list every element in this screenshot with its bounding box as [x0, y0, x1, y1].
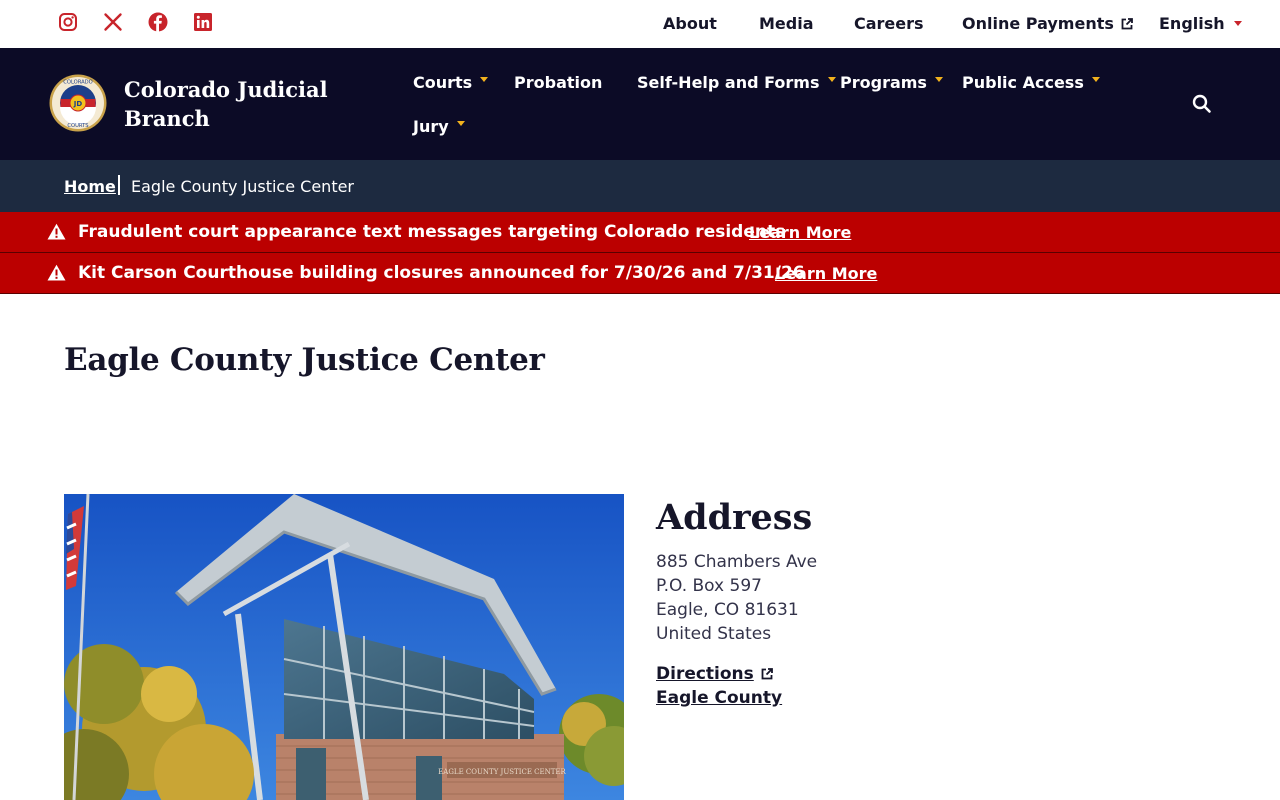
external-link-icon: [1121, 17, 1133, 29]
svg-text:JD: JD: [73, 100, 83, 108]
alert-message: Fraudulent court appearance text message…: [78, 222, 786, 242]
nav-self-help-label: Self-Help and Forms: [637, 73, 820, 92]
nav-jury[interactable]: Jury: [413, 117, 465, 136]
address-country: United States: [656, 624, 772, 644]
alert-banner: Fraudulent court appearance text message…: [0, 212, 1280, 253]
page-title: Eagle County Justice Center: [64, 342, 545, 378]
media-label: Media: [759, 14, 814, 33]
svg-text:EAGLE COUNTY JUSTICE CENTER: EAGLE COUNTY JUSTICE CENTER: [438, 768, 566, 776]
svg-text:COLORADO: COLORADO: [63, 80, 93, 86]
media-link[interactable]: Media: [759, 14, 814, 33]
chevron-down-icon: [934, 77, 943, 82]
breadcrumb: Home Eagle County Justice Center: [0, 160, 1280, 212]
brand-line-1: Colorado Judicial: [124, 77, 328, 102]
brand-name[interactable]: Colorado Judicial Branch: [124, 75, 334, 133]
alert-message: Kit Carson Courthouse building closures …: [78, 263, 805, 283]
nav-public-access[interactable]: Public Access: [962, 73, 1100, 92]
colorado-courts-seal-logo[interactable]: JD COLORADO COURTS: [49, 74, 107, 132]
chevron-down-icon: [827, 77, 836, 82]
nav-programs[interactable]: Programs: [840, 73, 943, 92]
nav-probation-label: Probation: [514, 73, 603, 92]
careers-label: Careers: [854, 14, 924, 33]
warning-icon: [47, 264, 66, 281]
breadcrumb-separator: [118, 175, 120, 195]
instagram-icon[interactable]: [58, 12, 78, 32]
warning-icon: [47, 223, 66, 240]
breadcrumb-current: Eagle County Justice Center: [131, 177, 355, 196]
nav-public-access-label: Public Access: [962, 73, 1084, 92]
chevron-down-icon: [1233, 21, 1242, 26]
justice-center-photo: EAGLE COUNTY JUSTICE CENTER: [64, 494, 624, 800]
online-payments-link[interactable]: Online Payments: [962, 14, 1134, 33]
online-payments-label: Online Payments: [962, 14, 1114, 33]
facebook-icon[interactable]: [148, 12, 168, 32]
eagle-county-link[interactable]: Eagle County: [656, 688, 782, 708]
chevron-down-icon: [456, 121, 465, 126]
breadcrumb-home-link[interactable]: Home: [64, 177, 116, 196]
nav-courts[interactable]: Courts: [413, 73, 489, 92]
x-icon[interactable]: [103, 12, 123, 32]
address-street: 885 Chambers Ave: [656, 552, 818, 572]
directions-label: Directions: [656, 664, 754, 684]
about-link[interactable]: About: [663, 14, 717, 33]
linkedin-icon[interactable]: [193, 12, 213, 32]
chevron-down-icon: [480, 77, 489, 82]
nav-jury-label: Jury: [413, 117, 449, 136]
language-selector[interactable]: English: [1159, 14, 1242, 33]
careers-link[interactable]: Careers: [854, 14, 924, 33]
utility-bar: About Media Careers Online Payments Engl…: [0, 0, 1280, 48]
address-heading: Address: [656, 497, 813, 538]
address-po-box: P.O. Box 597: [656, 576, 762, 596]
alert-learn-more-link[interactable]: Learn More: [749, 223, 851, 242]
external-link-icon: [761, 668, 773, 680]
address-city: Eagle, CO 81631: [656, 600, 799, 620]
main-navigation: JD COLORADO COURTS Colorado Judicial Bra…: [0, 48, 1280, 160]
search-icon[interactable]: [1190, 92, 1214, 116]
nav-programs-label: Programs: [840, 73, 927, 92]
svg-text:COURTS: COURTS: [67, 123, 88, 129]
nav-probation[interactable]: Probation: [514, 73, 602, 92]
eagle-county-label: Eagle County: [656, 688, 783, 708]
alert-learn-more-link[interactable]: Learn More: [775, 264, 877, 283]
directions-link[interactable]: Directions: [656, 664, 774, 684]
language-label: English: [1159, 14, 1225, 33]
about-label: About: [663, 14, 717, 33]
nav-self-help[interactable]: Self-Help and Forms: [637, 73, 836, 92]
nav-courts-label: Courts: [413, 73, 473, 92]
chevron-down-icon: [1091, 77, 1100, 82]
alert-banner: Kit Carson Courthouse building closures …: [0, 253, 1280, 294]
brand-line-2: Branch: [124, 106, 210, 131]
